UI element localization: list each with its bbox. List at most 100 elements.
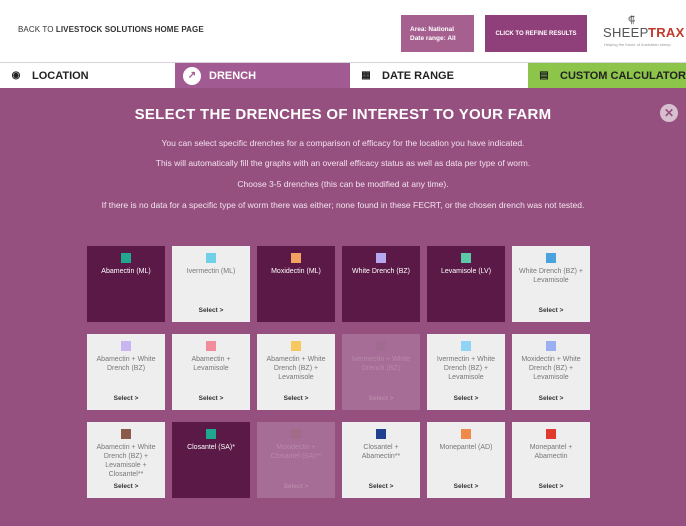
drench-card[interactable]: Ivermectin + White Drench (BZ) Select > [342,334,420,410]
sheeptrax-logo: ⸿ SHEEP TRAX Helping the future of Austr… [600,12,685,52]
select-button[interactable]: Select > [342,482,420,491]
select-button[interactable]: Select > [87,482,165,491]
drench-name: Moxidectin + Closantel (SA)** [270,444,322,460]
drench-card[interactable]: Abamectin + White Drench (BZ) + Levamiso… [87,422,165,498]
drench-color-swatch [376,341,386,351]
logo-word-sheep: SHEEP [603,25,649,40]
ram-icon: ⸿ [628,15,636,26]
drench-name: Abamectin (ML) [101,268,151,275]
drench-color-swatch [121,429,131,439]
drench-name: Moxidectin + White Drench (BZ) + Levamis… [521,356,581,381]
drench-color-swatch [291,341,301,351]
drench-color-swatch [121,341,131,351]
select-button[interactable]: Select > [172,306,250,315]
select-button[interactable]: Select > [87,394,165,403]
top-bar: BACK TO LIVESTOCK SOLUTIONS HOME PAGE Ar… [0,0,686,63]
drench-name: Monepantel (AD) [439,444,493,451]
drench-name: Levamisole (LV) [440,268,492,275]
drench-color-swatch [546,341,556,351]
drench-color-swatch [291,429,301,439]
select-button[interactable]: Select > [512,482,590,491]
drench-color-swatch [461,341,471,351]
tab-drench[interactable]: ↗ DRENCH [175,63,350,88]
area-summary: Area: National Date range: All [401,15,474,52]
drench-name: Abamectin + Levamisole [191,356,231,372]
drench-card[interactable]: Ivermectin (ML) Select > [172,246,250,322]
drench-name: Moxidectin (ML) [271,268,321,275]
drench-color-swatch [206,341,216,351]
drench-card[interactable]: Abamectin + White Drench (BZ) Select > [87,334,165,410]
tab-location[interactable]: ◉ LOCATION [0,63,175,88]
drench-color-swatch [461,429,471,439]
tab-custom-calculator[interactable]: ▤ CUSTOM CALCULATOR [528,63,686,88]
tab-location-label: LOCATION [32,69,89,82]
drench-card[interactable]: Moxidectin (ML) [257,246,335,322]
syringe-icon: ↗ [183,66,201,85]
panel-title: SELECT THE DRENCHES OF INTEREST TO YOUR … [134,106,552,123]
select-button[interactable]: Select > [257,482,335,491]
drench-color-swatch [121,253,131,263]
tab-custom-calculator-label: CUSTOM CALCULATOR [560,69,686,82]
drench-grid: Abamectin (ML) Ivermectin (ML) Select > Mox… [87,246,593,526]
drench-card[interactable]: Monepantel (AD) Select > [427,422,505,498]
drench-card[interactable]: Abamectin (ML) [87,246,165,322]
drench-color-swatch [206,253,216,263]
drench-card[interactable]: Monepantel + Abamectin Select > [512,422,590,498]
select-button[interactable]: Select > [342,394,420,403]
drench-color-swatch [461,253,471,263]
drench-card[interactable]: Ivermectin + White Drench (BZ) + Levamis… [427,334,505,410]
select-button[interactable]: Select > [427,394,505,403]
panel-description-4: If there is no data for a specific type … [101,200,585,210]
drench-color-swatch [546,429,556,439]
drench-name: Ivermectin (ML) [186,268,236,275]
panel-description-2: This will automatically fill the graphs … [155,158,531,168]
tab-drench-label: DRENCH [209,69,257,82]
refine-results-button[interactable]: CLICK TO REFINE RESULTS [485,15,587,52]
drench-name: Abamectin + White Drench (BZ) + Levamiso… [96,444,156,478]
drench-name: White Drench (BZ) [352,268,410,275]
drench-name: Ivermectin + White Drench (BZ) [351,356,411,372]
drench-card[interactable]: White Drench (BZ) [342,246,420,322]
location-pin-icon: ◉ [11,70,21,81]
drench-card[interactable]: Abamectin + Levamisole Select > [172,334,250,410]
drench-name: Abamectin + White Drench (BZ) + Levamiso… [266,356,326,381]
drench-card[interactable]: Closantel (SA)* [172,422,250,498]
tab-bar: ◉ LOCATION ↗ DRENCH ▦ DATE RANGE ▤ CUSTO… [0,63,686,88]
drench-card[interactable]: Closantel + Abamectin** Select > [342,422,420,498]
drench-color-swatch [206,429,216,439]
drench-name: Closantel + Abamectin** [361,444,401,460]
panel-description-1: You can select specific drenches for a c… [161,138,525,148]
back-to-home-link[interactable]: BACK TO LIVESTOCK SOLUTIONS HOME PAGE [18,25,204,34]
tab-date-range-label: DATE RANGE [382,69,454,82]
drench-name: Closantel (SA)* [187,444,235,451]
drench-name: Abamectin + White Drench (BZ) [96,356,156,372]
drench-color-swatch [376,253,386,263]
back-link-bold: LIVESTOCK SOLUTIONS HOME PAGE [55,25,204,34]
date-range-label: Date range: All [410,34,456,42]
panel-description-3: Choose 3-5 drenches (this can be modifie… [237,179,449,189]
drench-name: White Drench (BZ) + Levamisole [519,268,583,284]
drench-name: Monepantel + Abamectin [529,444,573,460]
select-button[interactable]: Select > [512,306,590,315]
select-button[interactable]: Select > [172,394,250,403]
drench-color-swatch [291,253,301,263]
tab-date-range[interactable]: ▦ DATE RANGE [350,63,528,88]
calendar-icon: ▦ [361,70,371,81]
drench-name: Ivermectin + White Drench (BZ) + Levamis… [436,356,496,381]
calculator-icon: ▤ [539,70,549,81]
select-button[interactable]: Select > [257,394,335,403]
drench-card[interactable]: Moxidectin + Closantel (SA)** Select > [257,422,335,498]
drench-card[interactable]: Moxidectin + White Drench (BZ) + Levamis… [512,334,590,410]
logo-word-trax: TRAX [648,25,685,40]
drench-card[interactable]: White Drench (BZ) + Levamisole Select > [512,246,590,322]
select-button[interactable]: Select > [512,394,590,403]
select-button[interactable]: Select > [427,482,505,491]
drench-selection-panel: ✕ SELECT THE DRENCHES OF INTEREST TO YOU… [0,88,686,526]
drench-card[interactable]: Levamisole (LV) [427,246,505,322]
area-label: Area: National [410,25,455,33]
logo-tagline: Helping the future of Australian sheep [604,42,671,47]
back-link-prefix: BACK TO [18,25,56,34]
drench-card[interactable]: Abamectin + White Drench (BZ) + Levamiso… [257,334,335,410]
drench-color-swatch [546,253,556,263]
drench-color-swatch [376,429,386,439]
